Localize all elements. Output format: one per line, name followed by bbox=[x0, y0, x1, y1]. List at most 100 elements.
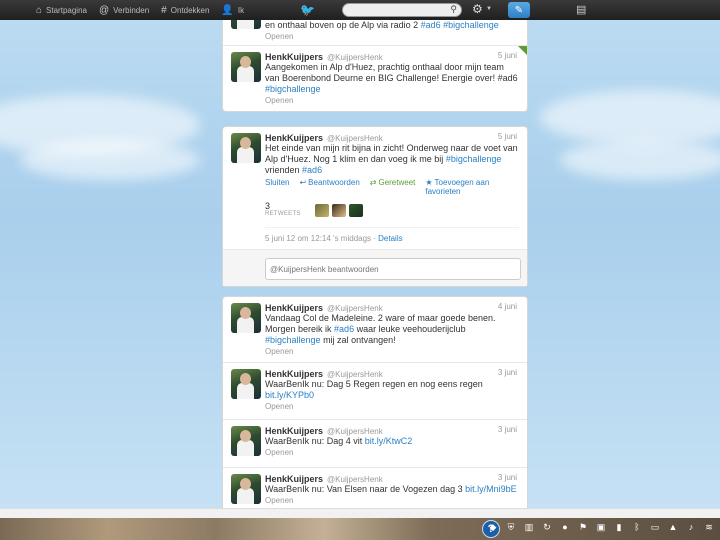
url-link[interactable]: bit.ly/KtwC2 bbox=[365, 436, 413, 446]
tweet[interactable]: HenkKuijpers @KuijpersHenk 3 juni WaarBe… bbox=[223, 420, 527, 468]
timeline-column: Verbinden tussen 10.00 en 12.00. Verslag… bbox=[220, 20, 530, 508]
details-link[interactable]: Details bbox=[378, 234, 402, 243]
avatar[interactable] bbox=[314, 204, 329, 217]
tweet-author-handle[interactable]: @KuijpersHenk bbox=[327, 370, 383, 379]
tweet[interactable]: HenkKuijpers @KuijpersHenk 5 juni Aangek… bbox=[223, 46, 527, 111]
nav-me[interactable]: 👤 Ik bbox=[215, 0, 250, 20]
favorite-button[interactable]: ★ Toevoegen aan favorieten bbox=[425, 178, 519, 196]
expanded-tweet[interactable]: HenkKuijpers @KuijpersHenk 5 juni Het ei… bbox=[223, 127, 527, 249]
tweet-open-link[interactable]: Openen bbox=[265, 96, 519, 105]
top-navigation-bar: ⌂ Startpagina @ Verbinden # Ontdekken 👤 … bbox=[0, 0, 720, 20]
system-tray: ◆ ⛨ ▥ ↻ ● ⚑ ▣ ▮ ᛒ ▭ ▲ ♪ ≋ bbox=[486, 520, 716, 534]
avatar[interactable] bbox=[231, 20, 261, 29]
tweet-author-name[interactable]: HenkKuijpers bbox=[265, 303, 323, 313]
avatar[interactable] bbox=[231, 303, 261, 333]
shield-icon[interactable]: ⛨ bbox=[504, 520, 518, 534]
status-icon[interactable]: ● bbox=[558, 520, 572, 534]
wifi-icon[interactable]: ≋ bbox=[702, 520, 716, 534]
chevron-down-icon[interactable]: ▼ bbox=[486, 6, 492, 12]
taskbar: ? ◆ ⛨ ▥ ↻ ● ⚑ ▣ ▮ ᛒ ▭ ▲ ♪ ≋ bbox=[0, 518, 720, 540]
tweet-text: WaarBenIk nu: Dag 4 vit bit.ly/KtwC2 bbox=[265, 436, 413, 446]
compose-icon: ✎ bbox=[514, 4, 524, 16]
retweet-stats: 3 RETWEETS bbox=[265, 202, 519, 217]
expanded-tweet-card: HenkKuijpers @KuijpersHenk 5 juni Het ei… bbox=[222, 126, 528, 287]
compose-tweet-button[interactable]: ✎ bbox=[508, 2, 530, 18]
signal-icon[interactable]: ▲ bbox=[666, 520, 680, 534]
monitor-icon[interactable]: ▭ bbox=[648, 520, 662, 534]
tweet-author-handle[interactable]: @KuijpersHenk bbox=[327, 304, 383, 313]
reply-button[interactable]: ↩ Beantwoorden bbox=[299, 178, 359, 196]
avatar[interactable] bbox=[331, 204, 346, 217]
tweet-open-link[interactable]: Openen bbox=[265, 448, 519, 457]
tweet-date[interactable]: 4 juni bbox=[498, 302, 517, 311]
tweet-text: Verbinden tussen 10.00 en 12.00. Verslag… bbox=[265, 20, 499, 30]
tweet-date[interactable]: 3 juni bbox=[498, 425, 517, 434]
search-icon[interactable]: ⚲ bbox=[450, 4, 457, 15]
volume-icon[interactable]: ♪ bbox=[684, 520, 698, 534]
tweet-timestamp: 5 juni 12 om 12:14 's middags · Details bbox=[265, 227, 519, 243]
retweeter-avatars bbox=[314, 204, 363, 217]
tweet-open-link[interactable]: Openen bbox=[265, 32, 519, 41]
nav-discover-label: Ontdekken bbox=[170, 5, 210, 15]
tweet-author-handle[interactable]: @KuijpersHenk bbox=[327, 427, 383, 436]
app-icon[interactable]: ▣ bbox=[594, 520, 608, 534]
nav-connect[interactable]: @ Verbinden bbox=[93, 0, 155, 20]
tweet-author-handle[interactable]: @KuijpersHenk bbox=[327, 53, 383, 62]
tweet-author-name[interactable]: HenkKuijpers bbox=[265, 133, 323, 143]
cloud bbox=[20, 140, 200, 180]
nav-home[interactable]: ⌂ Startpagina bbox=[30, 0, 93, 20]
avatar[interactable] bbox=[231, 426, 261, 456]
gear-icon[interactable]: ⚙ bbox=[472, 2, 483, 16]
tweet-date[interactable]: 5 juni bbox=[498, 51, 517, 60]
retweet-label: RETWEETS bbox=[265, 211, 301, 217]
tweet[interactable]: Verbinden tussen 10.00 en 12.00. Verslag… bbox=[223, 20, 527, 46]
hashtag-link[interactable]: #bigchallenge bbox=[265, 335, 321, 345]
battery-icon[interactable]: ▮ bbox=[612, 520, 626, 534]
avatar[interactable] bbox=[231, 369, 261, 399]
tweet-author-name[interactable]: HenkKuijpers bbox=[265, 426, 323, 436]
bluetooth-icon[interactable]: ᛒ bbox=[630, 520, 644, 534]
tweet-author-name[interactable]: HenkKuijpers bbox=[265, 369, 323, 379]
search-input[interactable]: ⚲ bbox=[342, 3, 462, 17]
avatar[interactable] bbox=[231, 52, 261, 82]
dropbox-icon[interactable]: ◆ bbox=[486, 520, 500, 534]
retweet-button[interactable]: ⇄ Geretweet bbox=[370, 178, 416, 196]
tweet-text: WaarBenIk nu: Van Elsen naar de Vogezen … bbox=[265, 484, 517, 494]
cloud bbox=[560, 140, 720, 180]
retweet-count[interactable]: 3 bbox=[265, 202, 301, 211]
hashtag-link[interactable]: #ad6 bbox=[302, 165, 322, 175]
tweet-open-link[interactable]: Openen bbox=[265, 496, 519, 505]
hashtag-link[interactable]: #ad6 #bigchallenge bbox=[421, 20, 499, 30]
nav-me-label: Ik bbox=[237, 5, 245, 15]
tweet[interactable]: HenkKuijpers @KuijpersHenk 4 juni Vandaa… bbox=[223, 297, 527, 363]
tweet[interactable]: HenkKuijpers @KuijpersHenk 3 juni WaarBe… bbox=[223, 363, 527, 420]
tweet-author-name[interactable]: HenkKuijpers bbox=[265, 474, 323, 484]
tweet-open-link[interactable]: Openen bbox=[265, 347, 519, 356]
tweet-date[interactable]: 5 juni bbox=[498, 132, 517, 141]
url-link[interactable]: bit.ly/Mni9bE bbox=[465, 484, 517, 494]
tweet-date[interactable]: 3 juni bbox=[498, 473, 517, 482]
tweet-text: WaarBenIk nu: Dag 5 Regen regen en nog e… bbox=[265, 379, 483, 400]
tweet-actions: Sluiten ↩ Beantwoorden ⇄ Geretweet ★ Toevoe… bbox=[265, 178, 519, 196]
twitter-bird-icon[interactable]: 🐦 bbox=[300, 3, 315, 17]
tweet-author-name[interactable]: HenkKuijpers bbox=[265, 52, 323, 62]
tweet-open-link[interactable]: Openen bbox=[265, 402, 519, 411]
window-icon[interactable]: ▤ bbox=[576, 3, 586, 16]
close-tweet-link[interactable]: Sluiten bbox=[265, 178, 289, 196]
flag-icon[interactable]: ⚑ bbox=[576, 520, 590, 534]
sync-icon[interactable]: ↻ bbox=[540, 520, 554, 534]
tweet-date[interactable]: 3 juni bbox=[498, 368, 517, 377]
tweet[interactable]: HenkKuijpers @KuijpersHenk 3 juni WaarBe… bbox=[223, 468, 527, 508]
avatar[interactable] bbox=[348, 204, 363, 217]
network-icon[interactable]: ▥ bbox=[522, 520, 536, 534]
avatar[interactable] bbox=[231, 133, 261, 163]
hashtag-link[interactable]: #bigchallenge bbox=[265, 84, 321, 94]
tweet-author-handle[interactable]: @KuijpersHenk bbox=[327, 475, 383, 484]
hashtag-link[interactable]: #bigchallenge bbox=[446, 154, 502, 164]
reply-input[interactable] bbox=[265, 258, 521, 280]
hashtag-link[interactable]: #ad6 bbox=[334, 324, 354, 334]
tweet-author-handle[interactable]: @KuijpersHenk bbox=[327, 134, 383, 143]
url-link[interactable]: bit.ly/KYPb0 bbox=[265, 390, 314, 400]
avatar[interactable] bbox=[231, 474, 261, 504]
nav-discover[interactable]: # Ontdekken bbox=[155, 0, 215, 20]
